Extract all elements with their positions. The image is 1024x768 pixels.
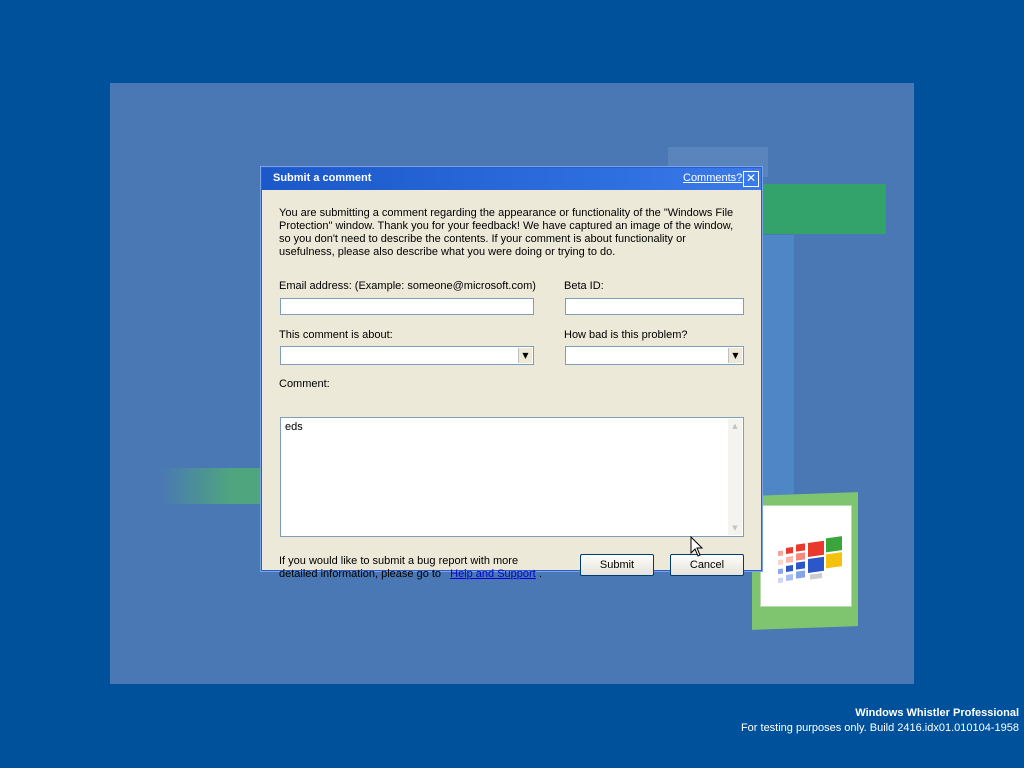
submit-button[interactable]: Submit — [580, 554, 654, 576]
chevron-down-icon[interactable]: ▼ — [518, 348, 532, 363]
comments-link[interactable]: Comments? — [683, 172, 742, 184]
comment-scrollbar[interactable]: ▲ ▼ — [728, 419, 742, 535]
beta-id-label: Beta ID: — [564, 280, 604, 292]
decorative-green-strip — [160, 468, 262, 504]
help-support-link[interactable]: Help and Support — [450, 568, 536, 580]
comment-about-select[interactable]: ▼ — [280, 346, 534, 365]
submit-comment-dialog: Submit a comment Comments? ✕ You are sub… — [261, 167, 762, 580]
windows-logo-icon — [778, 536, 842, 584]
footer-text: If you would like to submit a bug report… — [279, 555, 559, 581]
close-icon[interactable]: ✕ — [743, 171, 759, 187]
comment-text: eds — [285, 421, 303, 433]
mouse-pointer-icon — [690, 536, 704, 557]
decorative-blue-bar — [762, 235, 794, 497]
footer-period: . — [538, 568, 542, 580]
comment-textarea[interactable]: eds ▲ ▼ — [280, 417, 744, 537]
email-field[interactable] — [280, 298, 534, 315]
os-edition-label: Windows Whistler Professional — [855, 707, 1019, 719]
chevron-down-icon[interactable]: ▼ — [728, 348, 742, 363]
beta-id-field[interactable] — [565, 298, 744, 315]
scroll-down-icon[interactable]: ▼ — [728, 521, 742, 535]
intro-text: You are submitting a comment regarding t… — [279, 207, 734, 258]
cancel-button[interactable]: Cancel — [670, 554, 744, 576]
severity-select[interactable]: ▼ — [565, 346, 744, 365]
build-info-label: For testing purposes only. Build 2416.id… — [740, 722, 1019, 734]
comment-about-label: This comment is about: — [279, 329, 393, 341]
comment-label: Comment: — [279, 378, 330, 390]
decorative-green-bar — [760, 184, 886, 234]
scroll-up-icon[interactable]: ▲ — [728, 419, 742, 433]
severity-label: How bad is this problem? — [564, 329, 688, 341]
dialog-titlebar[interactable]: Submit a comment Comments? ✕ — [262, 168, 761, 190]
email-label: Email address: (Example: someone@microso… — [279, 280, 536, 292]
dialog-title: Submit a comment — [273, 172, 372, 184]
